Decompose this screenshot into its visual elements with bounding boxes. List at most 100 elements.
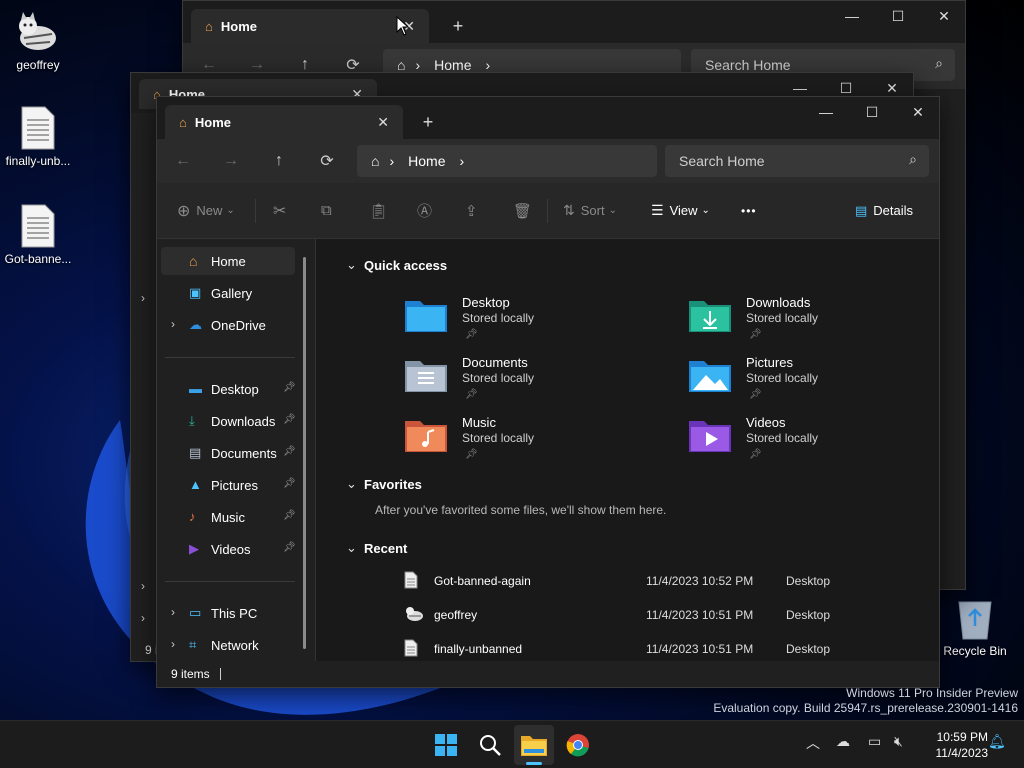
breadcrumb-label: Home — [408, 153, 446, 169]
clock[interactable]: 10:59 PM 11/4/2023 — [918, 729, 989, 761]
sidebar-item-home[interactable]: ⌂ Home — [161, 247, 295, 275]
notification-bell-icon[interactable]: 🔔︎ — [988, 733, 1006, 750]
pin-icon: 📌︎ — [283, 542, 296, 553]
quick-access-header[interactable]: ⌄ Quick access — [346, 257, 447, 273]
minimize-button[interactable]: — — [829, 1, 875, 31]
forward-arrow-icon[interactable]: → — [217, 147, 245, 175]
search-input[interactable]: Search Home ⌕ — [665, 145, 929, 177]
sidebar-item-onedrive[interactable]: › ☁ OneDrive — [161, 311, 295, 339]
sort-button[interactable]: ⇅ Sort ⌄ — [563, 183, 617, 238]
network-icon: ⌗ — [189, 637, 197, 652]
sidebar-item-pictures[interactable]: ▲ Pictures 📌︎ — [161, 471, 296, 499]
pin-icon: 📌︎ — [283, 414, 296, 425]
up-arrow-icon[interactable]: ↑ — [265, 147, 293, 175]
gallery-icon: ▣ — [189, 285, 202, 300]
desktop-icon-label: geoffrey — [16, 58, 60, 72]
breadcrumb[interactable]: ⌂ › Home › — [357, 145, 657, 177]
close-window-button[interactable]: ✕ — [921, 1, 967, 31]
sidebar-scrollbar[interactable] — [303, 257, 306, 649]
sidebar-item-documents[interactable]: ▤ Documents 📌︎ — [161, 439, 296, 467]
new-tab-button[interactable]: + — [443, 9, 473, 43]
search-placeholder: Search Home — [679, 153, 765, 169]
active-indicator — [526, 762, 542, 765]
sort-icon: ⇅ — [563, 202, 575, 218]
text-file-icon — [404, 571, 418, 589]
rename-icon[interactable]: Ⓐ — [417, 183, 432, 238]
desktop-icon-got-banned[interactable]: Got-banne... — [0, 204, 76, 266]
maximize-button[interactable]: ☐ — [849, 97, 895, 127]
desktop-icon-geoffrey[interactable]: geoffrey — [0, 12, 76, 72]
close-tab-icon[interactable]: ✕ — [377, 114, 389, 131]
close-window-button[interactable]: ✕ — [895, 97, 941, 127]
table-row[interactable]: Got-banned-again 11/4/2023 10:52 PM Desk… — [316, 566, 916, 596]
chevron-down-icon: ⌄ — [226, 205, 235, 216]
quick-access-desktop[interactable]: Desktop Stored locally 📌︎ — [404, 295, 604, 347]
sidebar-expand-chevron[interactable]: › — [141, 291, 145, 305]
sidebar-item-music[interactable]: ♪ Music 📌︎ — [161, 503, 296, 531]
recent-header[interactable]: ⌄ Recent — [346, 540, 407, 556]
quick-access-documents[interactable]: Documents Stored locally 📌︎ — [404, 355, 604, 407]
view-button[interactable]: ☰ View ⌄ — [651, 183, 710, 238]
chevron-up-icon[interactable]: ︿ — [806, 733, 820, 753]
quick-access-downloads[interactable]: Downloads Stored locally 📌︎ — [688, 295, 888, 347]
pin-icon: 📌︎ — [749, 449, 762, 460]
text-file-icon — [21, 106, 55, 150]
videos-folder-icon — [689, 421, 731, 452]
quick-access-videos[interactable]: Videos Stored locally 📌︎ — [688, 415, 888, 467]
sidebar-item-this-pc[interactable]: › ▭ This PC — [161, 599, 295, 627]
new-button[interactable]: ⊕ New ⌄ — [177, 183, 235, 238]
refresh-icon[interactable]: ⟳ — [313, 147, 341, 175]
table-row[interactable]: geoffrey 11/4/2023 10:51 PM Desktop — [316, 600, 916, 630]
home-icon: ⌂ — [205, 18, 213, 34]
chevron-right-icon[interactable]: › — [171, 637, 175, 651]
desktop-icon-label: Got-banne... — [4, 252, 72, 266]
chevron-right-icon[interactable]: › — [171, 317, 175, 331]
chevron-right-icon[interactable]: › — [171, 605, 175, 619]
sidebar-item-network[interactable]: › ⌗ Network — [161, 631, 295, 659]
minimize-button[interactable]: — — [803, 97, 849, 127]
search-button[interactable] — [470, 725, 510, 765]
delete-icon[interactable]: 🗑︎ — [513, 183, 532, 238]
sidebar-expand-chevron[interactable]: › — [141, 611, 145, 625]
cut-icon[interactable]: ✂ — [273, 183, 286, 238]
status-bar: 9 items — [157, 661, 939, 687]
chrome-taskbar-button[interactable] — [558, 725, 598, 765]
sidebar-expand-chevron[interactable]: › — [141, 579, 145, 593]
maximize-button[interactable]: ☐ — [875, 1, 921, 31]
network-icon[interactable]: ▭ — [868, 733, 881, 750]
back-arrow-icon[interactable]: ← — [169, 147, 197, 175]
title-bar: ⌂ Home ✕ + — ☐ ✕ — [157, 97, 939, 145]
copy-icon[interactable]: ⧉ — [321, 183, 332, 238]
table-row[interactable]: finally-unbanned 11/4/2023 10:51 PM Desk… — [316, 634, 916, 664]
documents-folder-icon — [405, 361, 447, 392]
desktop-icon-finally-unbanned[interactable]: finally-unb... — [0, 106, 76, 168]
home-icon: ⌂ — [189, 253, 198, 269]
share-icon[interactable]: ⇪ — [465, 183, 478, 238]
file-explorer-taskbar-button[interactable] — [514, 725, 554, 765]
volume-muted-icon[interactable]: 🔇︎ — [894, 733, 903, 750]
start-button[interactable] — [426, 725, 466, 765]
details-button[interactable]: ▤ Details — [855, 183, 913, 238]
desktop-icon-recycle-bin[interactable]: Recycle Bin — [937, 596, 1013, 658]
title-bar: ⌂ Home ✕ + — ☐ ✕ — [183, 1, 965, 49]
sidebar-item-downloads[interactable]: ⤓ Downloads 📌︎ — [161, 407, 296, 435]
videos-icon: ▶ — [189, 541, 199, 556]
quick-access-music[interactable]: Music Stored locally 📌︎ — [404, 415, 604, 467]
new-tab-button[interactable]: + — [413, 105, 443, 139]
chevron-right-icon: › — [485, 57, 491, 73]
tab-home[interactable]: ⌂ Home ✕ — [165, 105, 403, 139]
explorer-window[interactable]: ⌂ Home ✕ + — ☐ ✕ ← → ↑ ⟳ ⌂ › Home › Sear… — [156, 96, 940, 688]
favorites-header[interactable]: ⌄ Favorites — [346, 476, 422, 492]
favorites-empty-text: After you've favorited some files, we'll… — [375, 503, 667, 517]
tab-home[interactable]: ⌂ Home ✕ — [191, 9, 429, 43]
more-options-button[interactable]: ••• — [741, 183, 757, 238]
sidebar-item-gallery[interactable]: ▣ Gallery — [161, 279, 295, 307]
paste-icon[interactable]: 📋︎ — [369, 183, 388, 238]
quick-access-pictures[interactable]: Pictures Stored locally 📌︎ — [688, 355, 888, 407]
sidebar-item-desktop[interactable]: ▬ Desktop 📌︎ — [161, 375, 296, 403]
pin-icon: 📌︎ — [283, 478, 296, 489]
sidebar-item-videos[interactable]: ▶ Videos 📌︎ — [161, 535, 296, 563]
chevron-right-icon: › — [415, 57, 421, 73]
onedrive-offline-icon[interactable]: ☁ — [836, 733, 850, 750]
file-explorer-icon — [521, 736, 547, 756]
